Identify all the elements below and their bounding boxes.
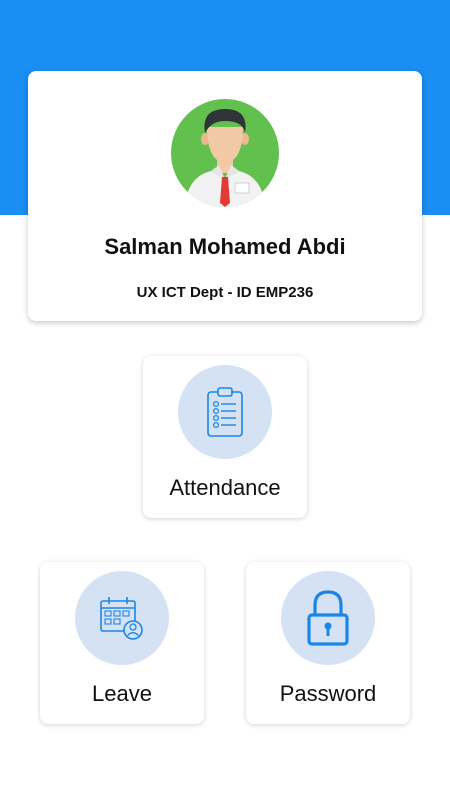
padlock-icon bbox=[307, 590, 349, 646]
employee-avatar-icon bbox=[185, 109, 265, 207]
attendance-label: Attendance bbox=[169, 475, 281, 500]
password-label: Password bbox=[279, 681, 377, 706]
attendance-button[interactable]: Attendance bbox=[143, 356, 307, 518]
password-button[interactable]: Password bbox=[246, 562, 410, 724]
avatar bbox=[171, 99, 279, 207]
calendar-user-icon bbox=[100, 597, 143, 640]
leave-label: Leave bbox=[92, 681, 152, 706]
clipboard-checklist-icon bbox=[207, 387, 243, 437]
profile-card: Salman Mohamed Abdi UX ICT Dept - ID EMP… bbox=[28, 71, 422, 321]
leave-icon-circle bbox=[75, 571, 169, 665]
profile-department-id: UX ICT Dept - ID EMP236 bbox=[136, 284, 314, 301]
leave-button[interactable]: Leave bbox=[40, 562, 204, 724]
profile-name: Salman Mohamed Abdi bbox=[104, 234, 346, 259]
attendance-icon-circle bbox=[178, 365, 272, 459]
password-icon-circle bbox=[281, 571, 375, 665]
